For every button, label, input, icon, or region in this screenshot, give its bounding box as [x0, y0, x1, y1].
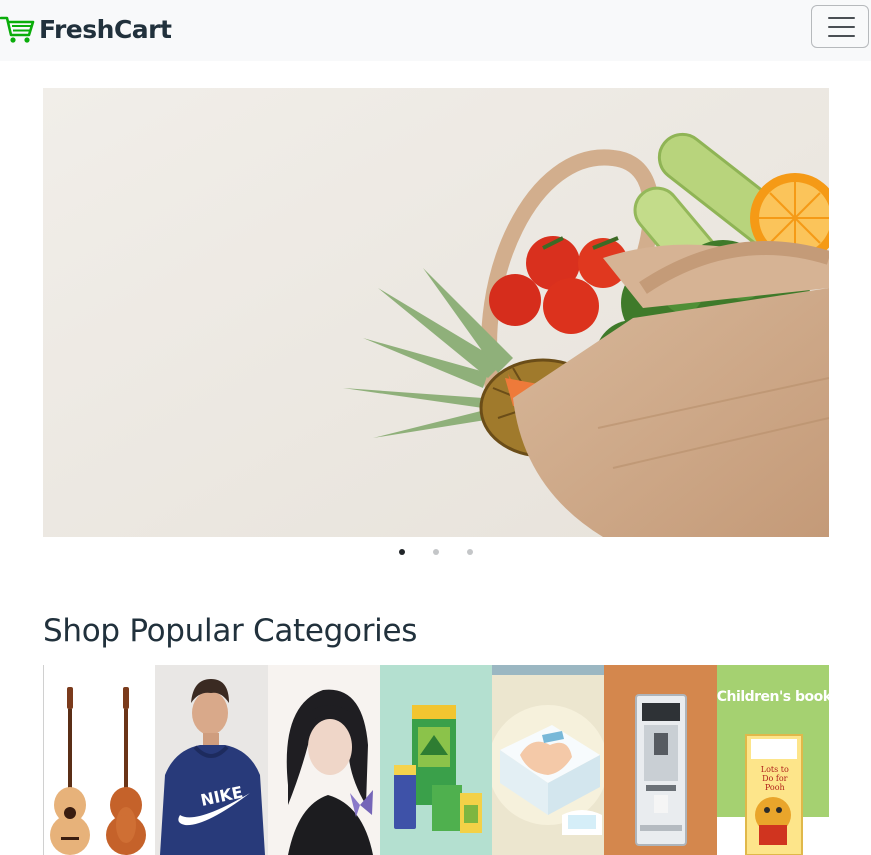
baby-care-image: [492, 665, 605, 855]
category-item-baby-toys[interactable]: [492, 665, 605, 855]
slide-indicator-3[interactable]: [467, 549, 473, 555]
category-item-home-appliances[interactable]: [604, 665, 717, 855]
section-title-popular-categories: Shop Popular Categories: [43, 613, 418, 649]
slide-indicator-1[interactable]: [399, 549, 405, 555]
hoodie-image: NIKE: [155, 665, 268, 855]
category-item-guitars[interactable]: [43, 665, 156, 855]
navbar: FreshCart: [0, 0, 871, 61]
category-item-supermarket[interactable]: [379, 665, 493, 855]
coffee-machine-image: [604, 665, 717, 855]
grocery-image: [379, 665, 493, 855]
slider-indicators: [0, 547, 871, 557]
categories-carousel: NIKE Children's books Lots to Do for Poo…: [43, 665, 829, 855]
category-item-books[interactable]: Children's books Lots to Do for Pooh: [716, 665, 829, 855]
slide-indicator-2[interactable]: [433, 549, 439, 555]
menu-toggle-button[interactable]: [811, 5, 869, 48]
portrait-image: [267, 665, 380, 855]
guitar-image: [43, 665, 156, 855]
category-item-womens-fashion[interactable]: [267, 665, 380, 855]
hero-slider[interactable]: [43, 88, 829, 537]
category-item-mens-fashion[interactable]: NIKE: [155, 665, 268, 855]
brand-name: FreshCart: [39, 14, 172, 44]
hero-slide-image: [43, 88, 829, 537]
brand-logo-link[interactable]: FreshCart: [0, 9, 172, 49]
cart-icon: [0, 16, 35, 43]
category-overlay-label: Children's books: [716, 689, 829, 705]
book-title-text: Lots to Do for Pooh: [760, 765, 789, 792]
